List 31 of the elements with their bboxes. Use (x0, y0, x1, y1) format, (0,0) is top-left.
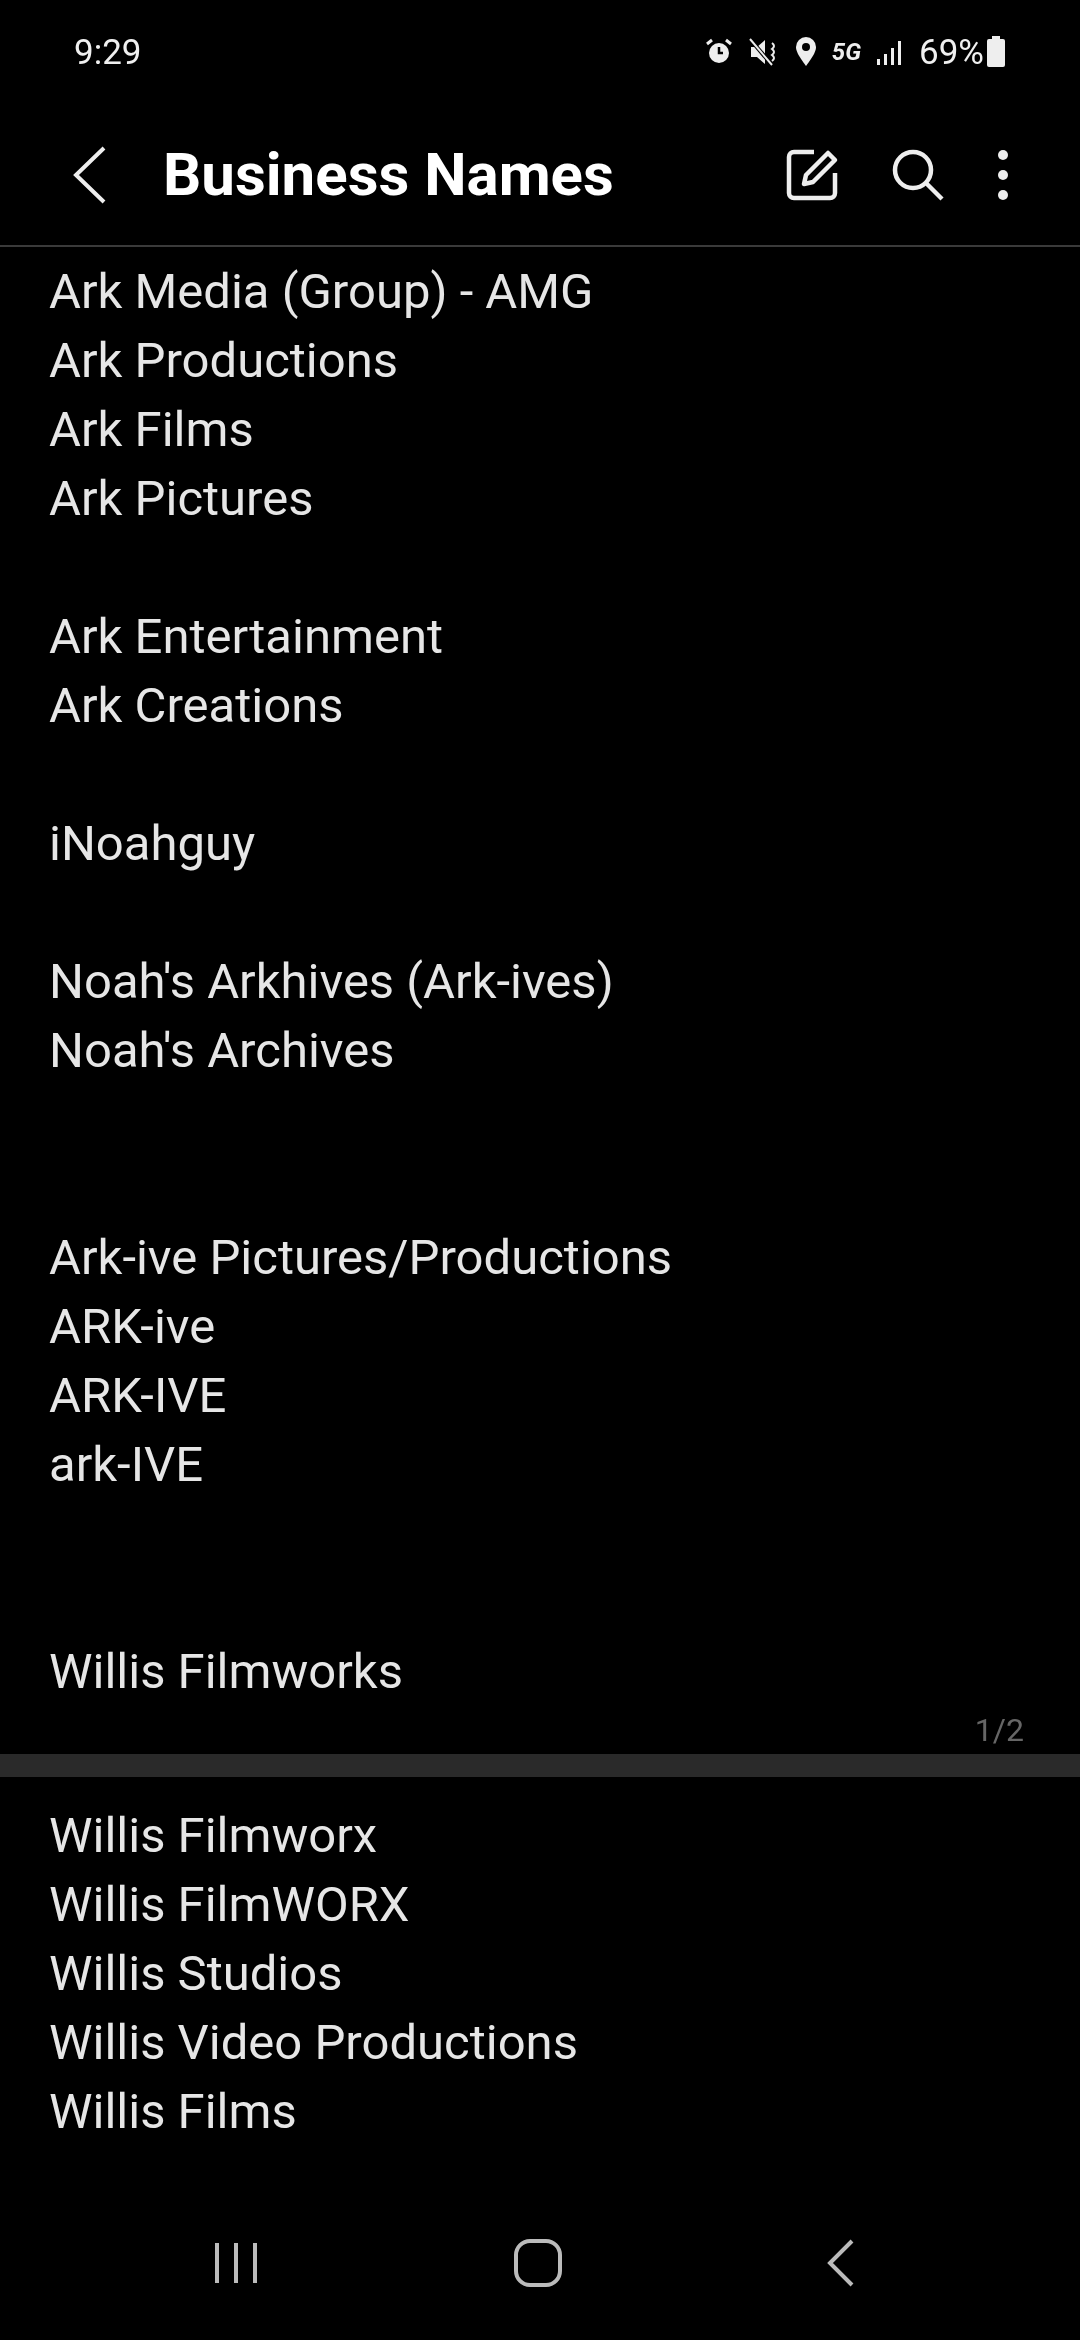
back-nav-button[interactable] (826, 2238, 856, 2288)
network-type: 5G (831, 38, 861, 66)
note-line: Willis Filmworx (49, 1806, 379, 1866)
note-line: Willis FilmWORX (49, 1875, 411, 1935)
note-line: Ark Creations (49, 676, 345, 736)
status-time: 9:29 (74, 31, 142, 73)
note-line: Ark Films (49, 400, 255, 460)
note-line: Ark Media (Group) - AMG (49, 262, 595, 322)
battery-icon (986, 36, 1006, 68)
recent-apps-button[interactable] (213, 2241, 259, 2285)
page-number: 1/2 (974, 1711, 1024, 1749)
page-title: Business Names (163, 139, 614, 210)
note-line: Willis Filmworks (49, 1642, 404, 1702)
home-button[interactable] (513, 2238, 563, 2288)
note-line: Willis Films (49, 2082, 298, 2142)
note-line: Ark Productions (49, 331, 400, 391)
note-line: iNoahguy (49, 814, 257, 874)
location-icon (793, 37, 818, 67)
note-line: Ark Pictures (49, 469, 315, 529)
note-line: ark-IVE (49, 1435, 204, 1495)
more-options-button[interactable] (996, 148, 1010, 201)
note-line: ARK-ive (49, 1297, 217, 1357)
note-line: Willis Video Productions (49, 2013, 579, 2073)
back-button[interactable] (72, 144, 108, 205)
note-line: Willis Studios (49, 1944, 344, 2004)
battery-percent: 69% (919, 31, 984, 73)
note-line: Ark Entertainment (49, 607, 444, 667)
note-line: Noah's Archives (49, 1021, 396, 1081)
note-line: Noah's Arkhives (Ark-ives) (49, 952, 615, 1012)
note-line: Ark-ive Pictures/Productions (49, 1228, 674, 1288)
note-line: ARK-IVE (49, 1366, 228, 1426)
